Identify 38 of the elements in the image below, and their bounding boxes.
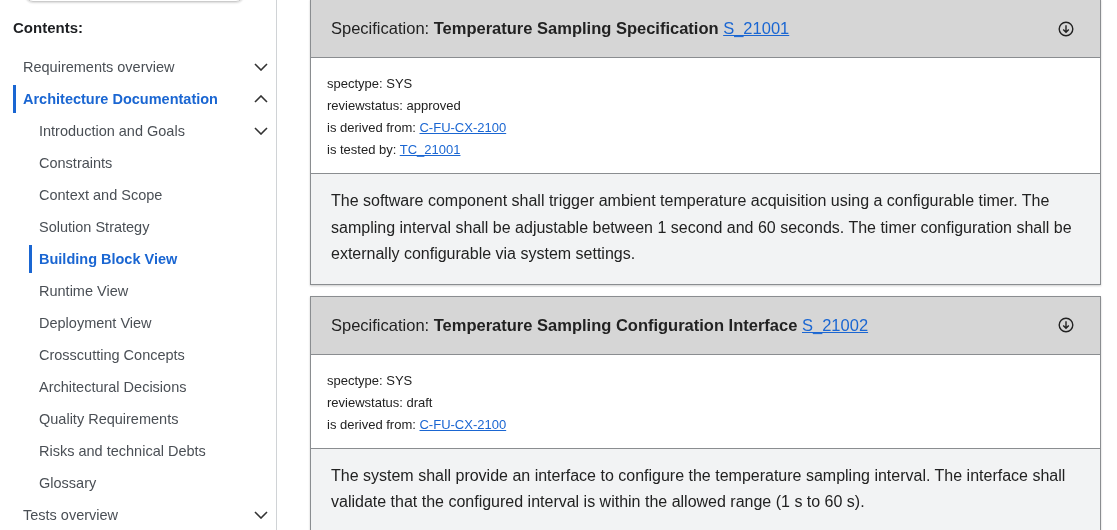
meta-link[interactable]: C-FU-CX-2100 — [419, 416, 507, 432]
nav-item[interactable]: Architectural Decisions — [29, 373, 187, 401]
nav-item[interactable]: Introduction and Goals — [29, 117, 185, 145]
chevron-down-icon[interactable] — [254, 63, 268, 71]
spec-description: The system shall provide an interface to configure the temperature sampling interval. The interface shall validate that the configured interval is within the allowed range (1 s to 60 s). — [311, 448, 1100, 530]
nav-item[interactable]: Deployment View — [29, 309, 152, 337]
nav-item[interactable]: Tests overview — [13, 501, 119, 529]
nav-item[interactable]: Crosscutting Concepts — [29, 341, 185, 369]
collapse-icon[interactable] — [1058, 317, 1074, 333]
chevron-down-icon[interactable] — [254, 511, 268, 519]
nav-item[interactable]: Runtime View — [29, 277, 129, 305]
chevron-down-icon[interactable] — [254, 127, 268, 135]
spec-id-link[interactable]: S_21001 — [723, 19, 790, 37]
nav-item[interactable]: Solution Strategy — [29, 213, 150, 241]
contents-heading: Contents: — [13, 19, 84, 36]
nav-item[interactable]: Architecture Documentation — [13, 85, 218, 113]
meta-line: reviewstatus: draft — [327, 393, 434, 412]
nav-item[interactable]: Glossary — [29, 469, 97, 497]
spec-title: Specification: Temperature Sampling Specification S_21001 — [331, 19, 790, 38]
nav-item[interactable]: Risks and technical Debts — [29, 437, 206, 465]
chevron-up-icon[interactable] — [254, 95, 268, 103]
nav-item[interactable]: Building Block View — [29, 245, 178, 273]
spec-title: Specification: Temperature Sampling Configuration Interface S_21002 — [331, 315, 869, 335]
meta-line: reviewstatus: approved — [327, 97, 462, 115]
nav-item[interactable]: Quality Requirements — [29, 405, 179, 433]
meta-link[interactable]: TC_21001 — [399, 142, 461, 157]
meta-line: is derived from: C-FU-CX-2100 — [327, 415, 508, 434]
meta-line: is derived from: C-FU-CX-2100 — [327, 119, 508, 137]
meta-link[interactable]: C-FU-CX-2100 — [419, 120, 507, 135]
spec-description: The software component shall trigger ambient temperature acquisition using a configurable timer. The sampling interval shall be adjustable between 1 second and 60 seconds. The timer configuration shall be externally configurable via system settings. — [311, 174, 1100, 284]
collapse-icon[interactable] — [1058, 20, 1074, 37]
meta-line: spectype: SYS — [327, 75, 414, 93]
nav-item[interactable]: Context and Scope — [29, 181, 163, 209]
meta-line: is tested by: TC_21001 — [327, 141, 462, 159]
spec-id-link[interactable]: S_21002 — [802, 315, 869, 334]
meta-line: spectype: SYS — [327, 371, 414, 390]
nav-item[interactable]: Requirements overview — [13, 53, 175, 81]
nav-item[interactable]: Constraints — [29, 149, 113, 177]
